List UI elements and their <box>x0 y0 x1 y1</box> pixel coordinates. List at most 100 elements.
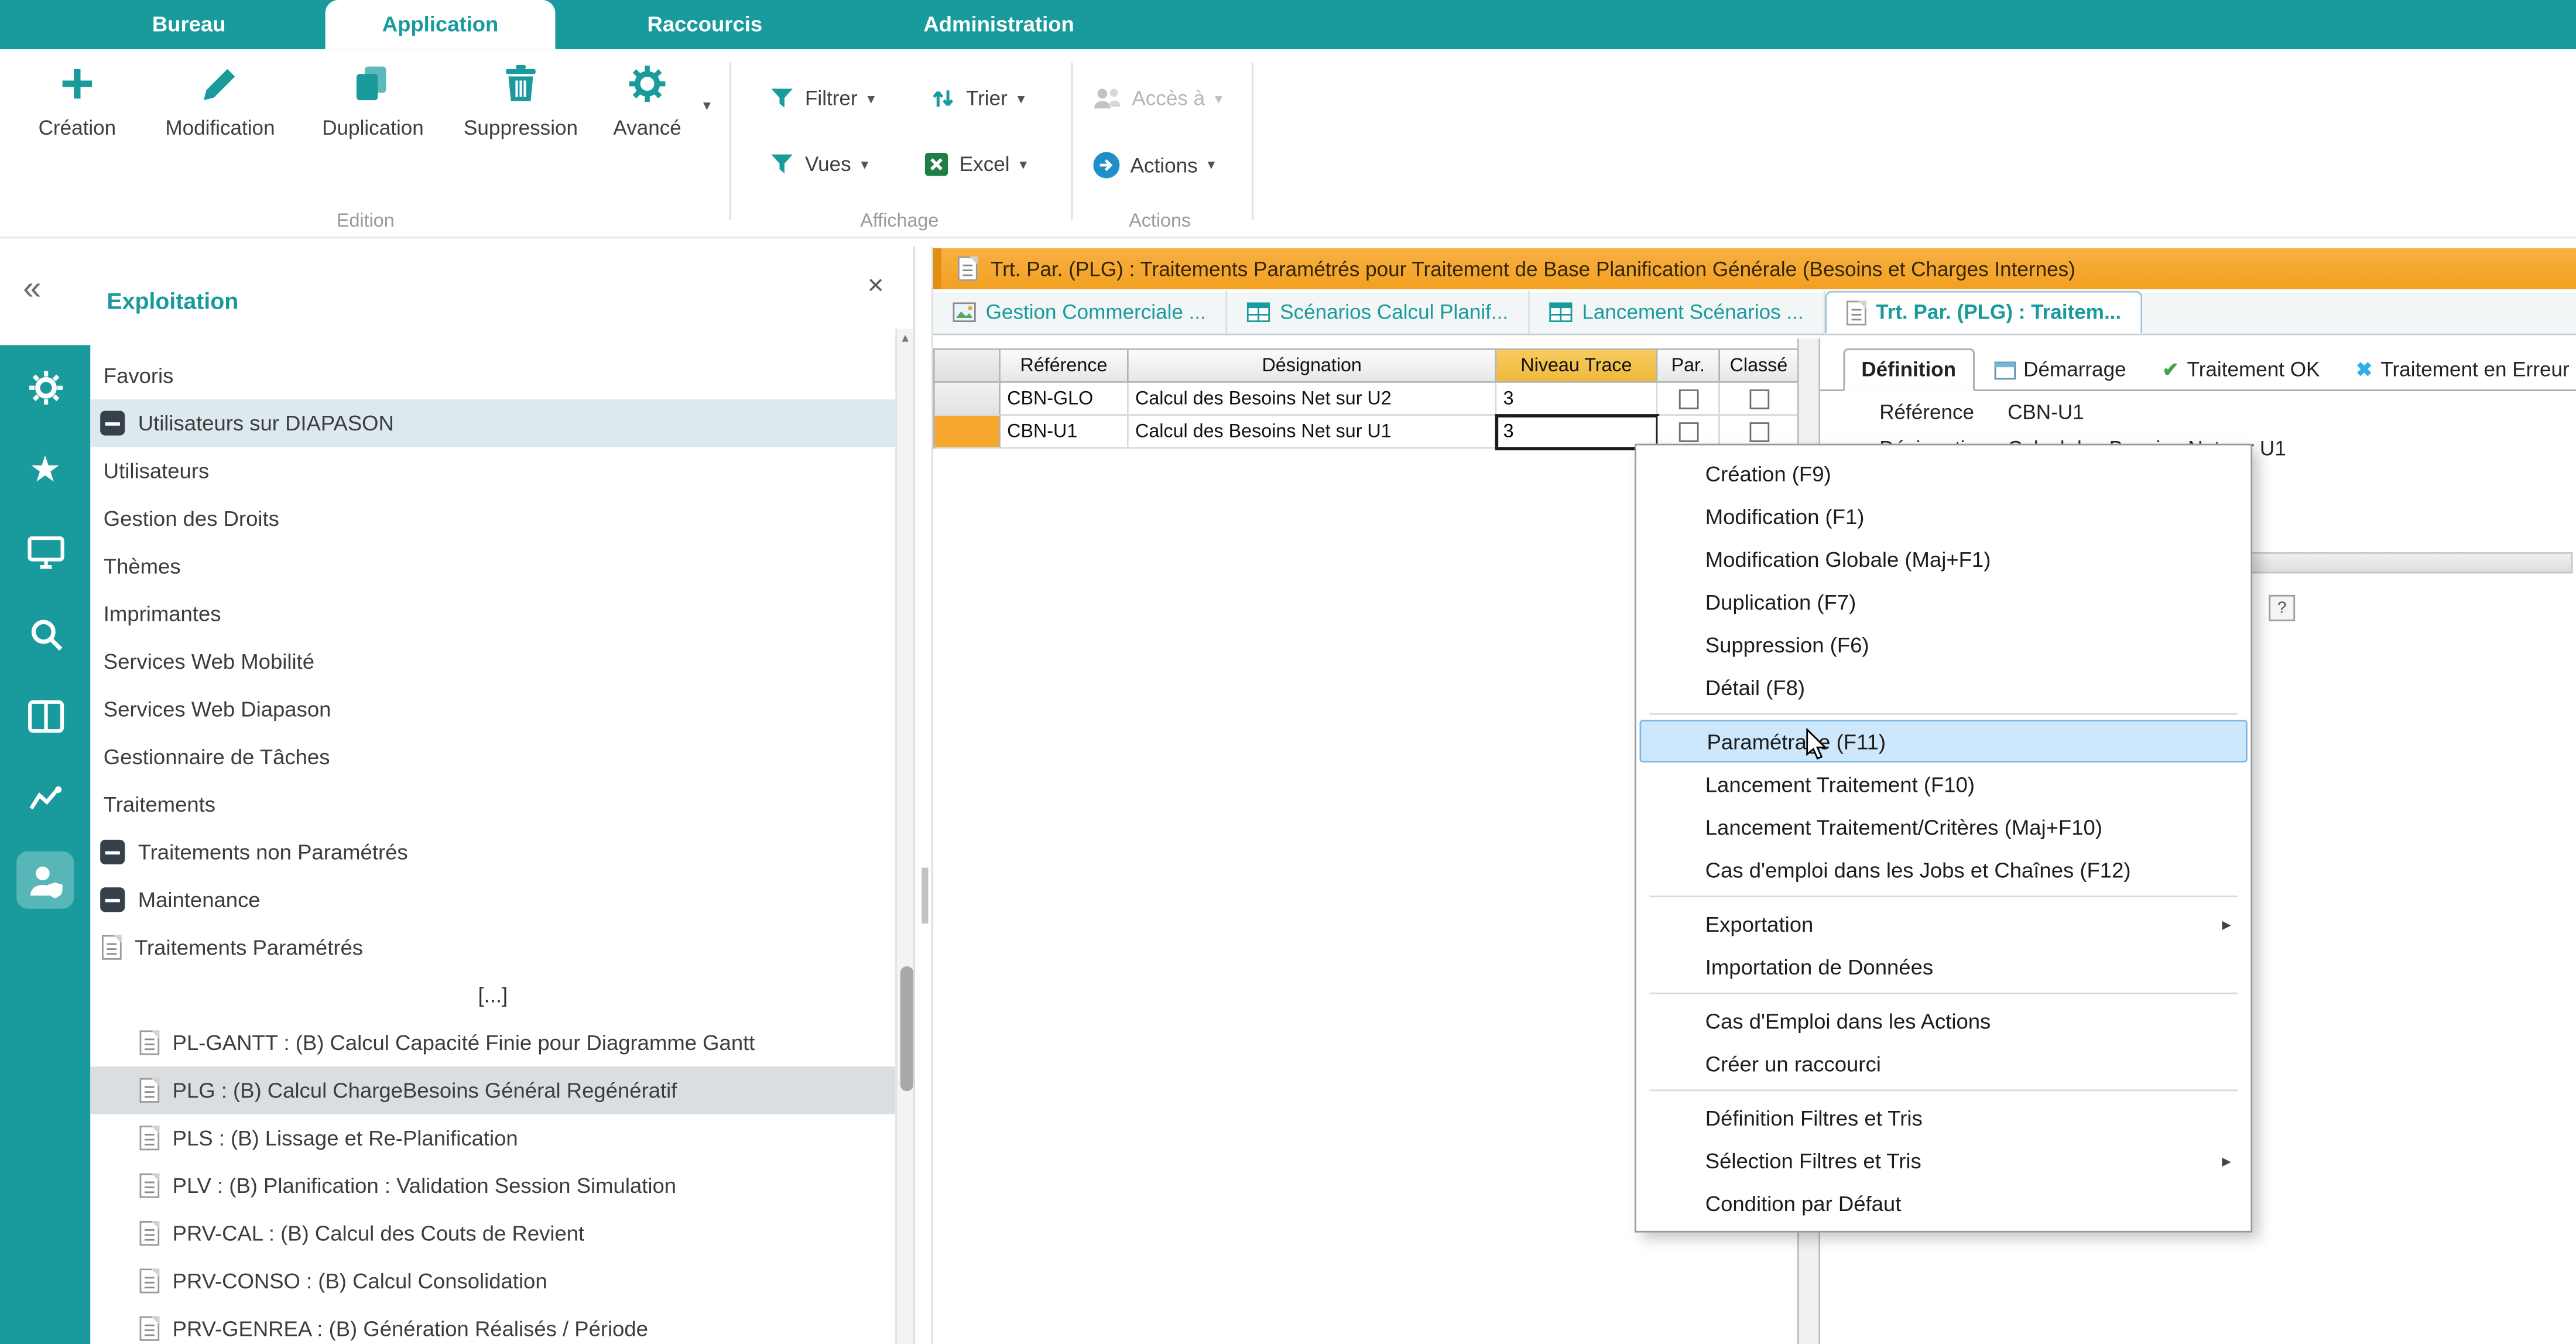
cell-designation[interactable]: Calcul des Besoins Net sur U1 <box>1129 416 1497 449</box>
column-header-reference[interactable]: Référence <box>1001 350 1129 383</box>
row-marker[interactable] <box>935 383 1001 416</box>
tree-item-prv-cal[interactable]: PRV-CAL : (B) Calcul des Couts de Revien… <box>90 1209 895 1257</box>
tree-item-imprimantes[interactable]: Imprimantes <box>90 590 895 637</box>
actions-button[interactable]: Actions ▾ <box>1092 151 1215 179</box>
menu-item-lancement-traitement[interactable]: Lancement Traitement (F10) <box>1636 762 2250 805</box>
rail-item-users[interactable] <box>16 851 74 909</box>
suppression-button[interactable]: Suppression <box>444 63 598 140</box>
current-row-marker[interactable] <box>935 416 1001 449</box>
menu-item-modification-globale[interactable]: Modification Globale (Maj+F1) <box>1636 538 2250 580</box>
rail-item-settings[interactable] <box>16 358 74 416</box>
checkbox[interactable] <box>1678 422 1698 442</box>
tree-item-services-web-mobilite[interactable]: Services Web Mobilité <box>90 638 895 685</box>
menu-item-exportation[interactable]: Exportation▸ <box>1636 902 2250 945</box>
tree-item-gestion-droits[interactable]: Gestion des Droits <box>90 495 895 542</box>
menu-item-definition-filtres-tris[interactable]: Définition Filtres et Tris <box>1636 1096 2250 1139</box>
rail-item-columns[interactable] <box>16 687 74 744</box>
row-marker-header[interactable] <box>935 350 1001 383</box>
avance-dropdown-icon[interactable]: ▾ <box>703 98 711 113</box>
tree-item-themes[interactable]: Thèmes <box>90 542 895 590</box>
excel-dropdown-icon[interactable]: ▾ <box>1019 157 1027 172</box>
cell-par[interactable] <box>1657 383 1720 416</box>
vues-button[interactable]: Vues ▾ <box>769 151 868 177</box>
menu-item-lancement-traitement-criteres[interactable]: Lancement Traitement/Critères (Maj+F10) <box>1636 805 2250 848</box>
tree-item-prv-genrea[interactable]: PRV-GENREA : (B) Génération Réalisés / P… <box>90 1305 895 1344</box>
trier-button[interactable]: Trier ▾ <box>930 86 1025 112</box>
menu-item-cas-emploi-actions[interactable]: Cas d'Emploi dans les Actions <box>1636 999 2250 1042</box>
menu-item-importation-donnees[interactable]: Importation de Données <box>1636 945 2250 988</box>
cell-reference[interactable]: CBN-U1 <box>1001 416 1129 449</box>
tree-item-traitements-parametres[interactable]: Traitements Paramétrés <box>90 924 895 971</box>
sidebar-scrollbar[interactable]: ▲ <box>895 329 913 1344</box>
tree-item-services-web-diapason[interactable]: Services Web Diapason <box>90 685 895 733</box>
checkbox[interactable] <box>1749 389 1769 409</box>
tree-item-plv[interactable]: PLV : (B) Planification : Validation Ses… <box>90 1162 895 1209</box>
filtrer-dropdown-icon[interactable]: ▾ <box>867 91 875 106</box>
detail-tab-traitement-erreur[interactable]: ✖ Traitement en Erreur <box>2339 350 2576 389</box>
modification-button[interactable]: Modification <box>141 63 299 140</box>
column-header-niveau-trace[interactable]: Niveau Trace <box>1496 350 1657 383</box>
cell-classe[interactable] <box>1720 383 1799 416</box>
rail-item-desktop[interactable] <box>16 522 74 580</box>
tree-item-utilisateurs[interactable]: Utilisateurs <box>90 447 895 494</box>
menu-item-creation[interactable]: Création (F9) <box>1636 452 2250 495</box>
menu-item-creer-raccourci[interactable]: Créer un raccourci <box>1636 1042 2250 1085</box>
actions-dropdown-icon[interactable]: ▾ <box>1207 158 1215 172</box>
tab-administration[interactable]: Administration <box>887 0 1111 49</box>
tree-item-maintenance[interactable]: Maintenance <box>90 876 895 924</box>
tree-item-prv-conso[interactable]: PRV-CONSO : (B) Calcul Consolidation <box>90 1257 895 1305</box>
tree-item-plg[interactable]: PLG : (B) Calcul ChargeBesoins Général R… <box>90 1066 895 1114</box>
duplication-button[interactable]: Duplication <box>302 63 443 140</box>
doc-tab-gestion-commerciale[interactable]: Gestion Commerciale ... <box>933 291 1228 334</box>
creation-button[interactable]: Création <box>20 63 135 140</box>
checkbox[interactable] <box>1749 422 1769 442</box>
tree-item-traitements-non-parametres[interactable]: Traitements non Paramétrés <box>90 828 895 876</box>
cell-designation[interactable]: Calcul des Besoins Net sur U2 <box>1129 383 1497 416</box>
help-button[interactable]: ? <box>2269 595 2295 621</box>
cell-niveau-trace-editing[interactable] <box>1496 416 1657 449</box>
detail-tab-demarrage[interactable]: Démarrage <box>1978 350 2143 389</box>
menu-item-suppression[interactable]: Suppression (F6) <box>1636 623 2250 666</box>
doc-tab-scenarios-calcul[interactable]: Scénarios Calcul Planif... <box>1227 291 1529 334</box>
filtrer-button[interactable]: Filtrer ▾ <box>769 86 875 112</box>
tree-item-ellipsis[interactable]: [...] <box>90 971 895 1018</box>
checkbox[interactable] <box>1678 389 1698 409</box>
menu-item-duplication[interactable]: Duplication (F7) <box>1636 580 2250 623</box>
menu-item-parametrage[interactable]: Paramétrage (F11) <box>1640 720 2248 762</box>
vues-dropdown-icon[interactable]: ▾ <box>861 157 868 172</box>
rail-item-search[interactable] <box>16 605 74 662</box>
menu-item-detail[interactable]: Détail (F8) <box>1636 665 2250 708</box>
close-icon[interactable]: × <box>868 269 884 302</box>
tree-item-favoris[interactable]: Favoris <box>90 352 895 399</box>
column-header-designation[interactable]: Désignation <box>1129 350 1497 383</box>
detail-tab-traitement-ok[interactable]: ✔ Traitement OK <box>2146 350 2336 389</box>
excel-button[interactable]: Excel ▾ <box>923 151 1027 177</box>
rail-item-activity[interactable] <box>16 769 74 826</box>
vertical-splitter[interactable] <box>913 247 933 1344</box>
tree-item-traitements[interactable]: Traitements <box>90 781 895 828</box>
tree-item-utilisateurs-diapason[interactable]: Utilisateurs sur DIAPASON <box>90 399 895 447</box>
tab-raccourcis[interactable]: Raccourcis <box>613 0 797 49</box>
tab-application[interactable]: Application <box>326 0 556 49</box>
tree-item-pls[interactable]: PLS : (B) Lissage et Re-Planification <box>90 1114 895 1162</box>
cell-niveau-trace[interactable]: 3 <box>1496 383 1657 416</box>
splitter-grip[interactable] <box>921 868 927 924</box>
trier-dropdown-icon[interactable]: ▾ <box>1018 91 1025 106</box>
tab-bureau[interactable]: Bureau <box>98 0 279 49</box>
cell-reference[interactable]: CBN-GLO <box>1001 383 1129 416</box>
avance-button[interactable]: Avancé <box>598 63 696 140</box>
sidebar-collapse-button[interactable]: « <box>23 271 41 309</box>
scrollbar-thumb[interactable] <box>899 966 912 1091</box>
detail-tab-definition[interactable]: Définition <box>1843 348 1974 391</box>
tree-item-pl-gantt[interactable]: PL-GANTT : (B) Calcul Capacité Finie pou… <box>90 1019 895 1066</box>
niveau-trace-input[interactable] <box>1503 422 1650 442</box>
menu-item-condition-par-defaut[interactable]: Condition par Défaut <box>1636 1182 2250 1225</box>
doc-tab-trt-par-plg[interactable]: Trt. Par. (PLG) : Traitem... <box>1825 291 2143 334</box>
menu-item-selection-filtres-tris[interactable]: Sélection Filtres et Tris▸ <box>1636 1139 2250 1182</box>
menu-item-cas-emploi-jobs-chaines[interactable]: Cas d'emploi dans les Jobs et Chaînes (F… <box>1636 848 2250 891</box>
column-header-par[interactable]: Par. <box>1657 350 1720 383</box>
doc-tab-lancement-scenarios[interactable]: Lancement Scénarios ... <box>1530 291 1825 334</box>
menu-item-modification[interactable]: Modification (F1) <box>1636 495 2250 538</box>
rail-item-favorites[interactable]: ★ <box>16 440 74 498</box>
tree-item-gestionnaire-taches[interactable]: Gestionnaire de Tâches <box>90 733 895 781</box>
